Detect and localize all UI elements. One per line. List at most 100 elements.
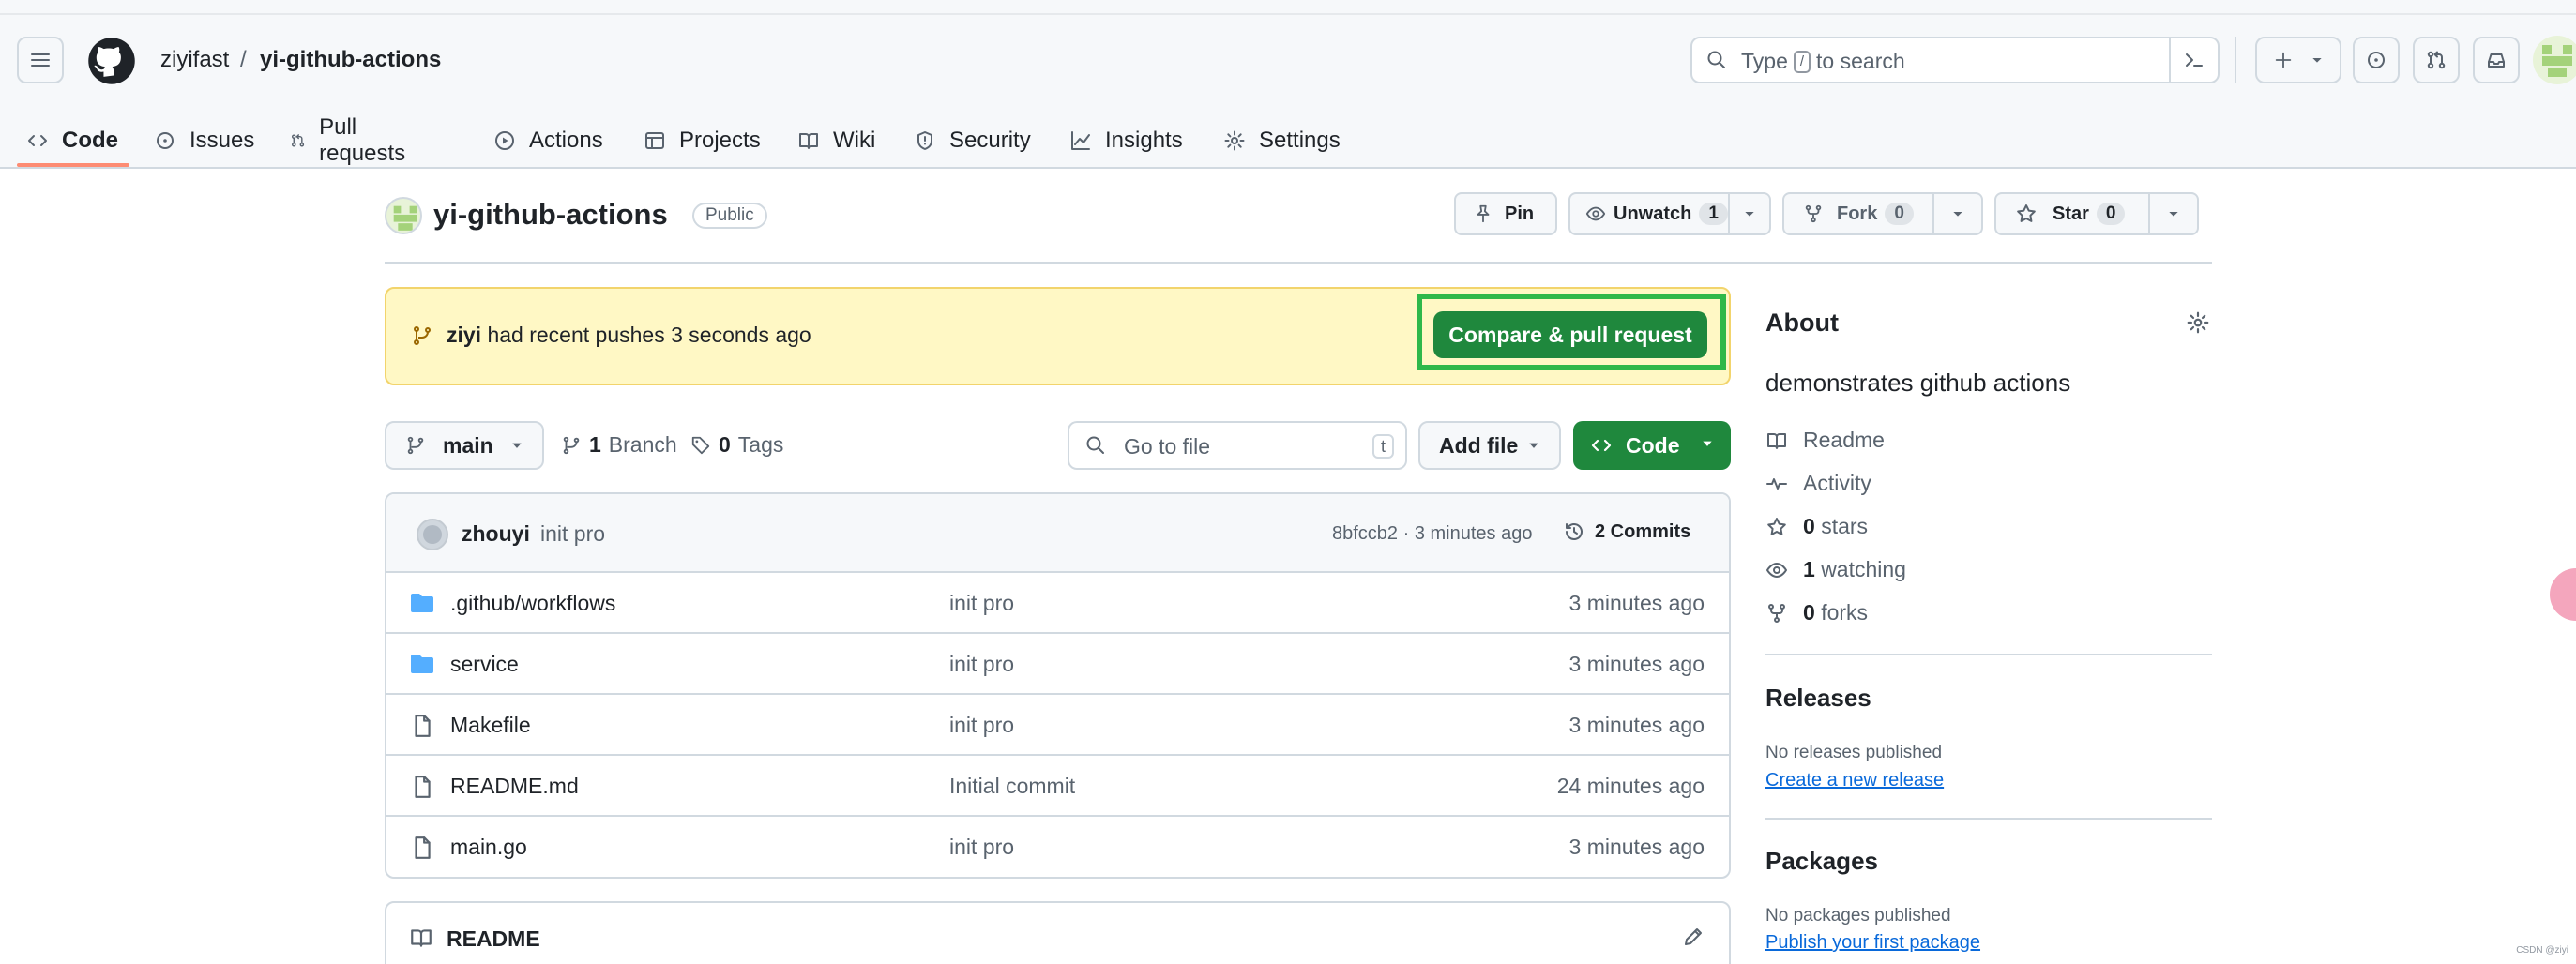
add-file-button[interactable]: Add file — [1418, 421, 1561, 470]
commits-history-link[interactable]: 2 Commits — [1563, 520, 1690, 543]
file-row[interactable]: README.md Initial commit 24 minutes ago — [386, 756, 1729, 817]
github-logo[interactable] — [86, 36, 137, 86]
about-stars-count: 0 — [1803, 514, 1815, 538]
packages-empty-text: No packages published — [1765, 906, 1951, 926]
fork-dropdown[interactable] — [1932, 194, 1981, 233]
repo-title[interactable]: yi-github-actions — [433, 198, 668, 232]
commits-count: 2 Commits — [1595, 520, 1691, 542]
file-icon — [415, 836, 431, 859]
releases-heading[interactable]: Releases — [1765, 684, 1871, 713]
tab-settings[interactable]: Settings — [1223, 113, 1341, 169]
triangle-down-icon — [1953, 212, 1962, 217]
floating-helper-button[interactable] — [2550, 568, 2576, 621]
releases-empty-text: No releases published — [1765, 743, 1943, 762]
branches-link[interactable]: 1 Branch — [561, 432, 677, 458]
command-palette-button[interactable] — [2169, 38, 2218, 82]
file-commit-message[interactable]: init pro — [949, 591, 1014, 616]
inbox-icon — [2488, 53, 2505, 68]
tab-pull-requests-label: Pull requests — [319, 114, 406, 166]
inbox-button[interactable] — [2473, 37, 2520, 83]
git-branch-icon — [414, 326, 431, 345]
file-commit-message[interactable]: init pro — [949, 713, 1014, 738]
code-download-button[interactable]: Code — [1573, 421, 1731, 470]
compare-pull-request-button[interactable]: Compare & pull request — [1433, 311, 1707, 358]
pull-requests-button[interactable] — [2413, 37, 2460, 83]
file-name[interactable]: Makefile — [450, 713, 531, 738]
code-icon — [28, 135, 47, 146]
file-commit-message[interactable]: init pro — [949, 652, 1014, 677]
folder-icon — [411, 655, 433, 673]
fork-label: Fork — [1837, 203, 1878, 224]
fork-button[interactable]: Fork 0 — [1782, 192, 1983, 235]
about-forks-link[interactable]: 0 forks — [1765, 600, 1868, 625]
breadcrumb-repo[interactable]: yi-github-actions — [260, 43, 441, 77]
tab-wiki[interactable]: Wiki — [797, 113, 875, 169]
about-readme-link[interactable]: Readme — [1765, 428, 1885, 453]
hamburger-icon — [31, 53, 50, 67]
tab-code-label: Code — [62, 128, 118, 153]
branch-selector[interactable]: main — [385, 421, 544, 470]
issue-opened-icon — [157, 132, 174, 149]
commit-hash-time[interactable]: 8bfccb2 · 3 minutes ago — [1332, 523, 1532, 545]
star-count: 0 — [2096, 203, 2126, 225]
go-to-file-input[interactable]: Go to file t — [1068, 421, 1407, 470]
about-stars-link[interactable]: 0 stars — [1765, 514, 1868, 539]
file-browser: zhouyi init pro 8bfccb2 · 3 minutes ago … — [385, 492, 1731, 879]
watermark: CSDN @ziyi — [2516, 945, 2568, 956]
search-input[interactable]: Type / to search — [1690, 37, 2220, 83]
file-name[interactable]: README.md — [450, 774, 579, 799]
commit-author[interactable]: zhouyi — [462, 521, 530, 547]
git-branch-icon — [563, 436, 580, 454]
watch-dropdown[interactable] — [1728, 194, 1769, 233]
star-icon — [2017, 204, 2036, 222]
avatar-identicon — [393, 205, 417, 231]
file-name[interactable]: main.go — [450, 835, 527, 860]
commit-message[interactable]: init pro — [540, 521, 605, 547]
issues-button[interactable] — [2353, 37, 2400, 83]
pulse-icon — [1766, 477, 1787, 490]
file-commit-message[interactable]: Initial commit — [949, 774, 1075, 799]
search-icon — [1086, 436, 1104, 454]
about-watching-link[interactable]: 1 watching — [1765, 557, 1906, 582]
git-pull-request-icon — [291, 134, 305, 147]
file-row[interactable]: service init pro 3 minutes ago — [386, 634, 1729, 695]
tab-pull-requests[interactable]: Pull requests — [290, 113, 412, 169]
readme-title[interactable]: README — [447, 926, 540, 952]
branches-count: 1 — [589, 432, 601, 457]
file-commit-message[interactable]: init pro — [949, 835, 1014, 860]
about-watching-count: 1 — [1803, 557, 1815, 581]
file-row[interactable]: main.go init pro 3 minutes ago — [386, 817, 1729, 877]
tab-projects[interactable]: Projects — [644, 113, 761, 169]
tab-actions[interactable]: Actions — [493, 113, 603, 169]
add-file-label: Add file — [1439, 432, 1519, 458]
avatar-identicon — [2542, 45, 2572, 77]
tab-wiki-label: Wiki — [833, 128, 876, 153]
file-row[interactable]: .github/workflows init pro 3 minutes ago — [386, 573, 1729, 634]
create-release-link[interactable]: Create a new release — [1765, 770, 1944, 791]
tab-insights[interactable]: Insights — [1069, 113, 1183, 169]
tab-issues[interactable]: Issues — [154, 113, 254, 169]
pin-button[interactable]: Pin — [1454, 192, 1557, 235]
commit-author-avatar[interactable] — [417, 519, 448, 550]
user-avatar[interactable] — [2533, 36, 2576, 84]
book-icon — [411, 929, 432, 947]
about-activity-link[interactable]: Activity — [1765, 471, 1871, 496]
gear-icon[interactable] — [2186, 310, 2210, 335]
tab-code[interactable]: Code — [26, 113, 118, 169]
watch-button[interactable]: Unwatch 1 — [1568, 192, 1771, 235]
pencil-icon[interactable] — [1682, 926, 1705, 948]
packages-heading[interactable]: Packages — [1765, 847, 1878, 876]
star-button[interactable]: Star 0 — [1994, 192, 2199, 235]
triangle-down-icon — [1703, 441, 1712, 446]
file-name[interactable]: .github/workflows — [450, 591, 615, 616]
create-new-button[interactable] — [2255, 37, 2341, 83]
file-commit-time: 3 minutes ago — [1568, 835, 1705, 859]
menu-button[interactable] — [17, 37, 64, 83]
publish-package-link[interactable]: Publish your first package — [1765, 932, 1980, 954]
star-dropdown[interactable] — [2148, 194, 2197, 233]
tags-link[interactable]: 0 Tags — [690, 432, 783, 458]
breadcrumb-owner[interactable]: ziyifast — [160, 43, 229, 77]
file-name[interactable]: service — [450, 652, 519, 677]
tab-security[interactable]: Security — [914, 113, 1031, 169]
file-row[interactable]: Makefile init pro 3 minutes ago — [386, 695, 1729, 756]
